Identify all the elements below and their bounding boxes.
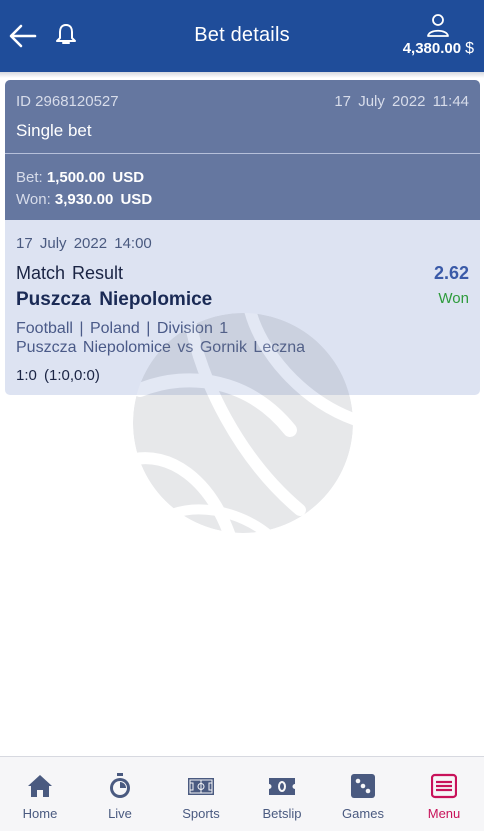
match-teams: Puszcza Niepolomice vs Gornik Leczna — [16, 339, 306, 356]
won-label: Won: — [16, 191, 51, 208]
event-details: 17 July 2022 14:00 Match Result 2.62 Pus… — [5, 220, 480, 395]
bet-status: Won — [438, 290, 469, 307]
balance-currency: $ — [465, 40, 474, 57]
stake-line: Bet: 1,500.00 USD — [16, 169, 144, 186]
ticket-icon — [269, 778, 295, 795]
nav-menu-label: Menu — [427, 806, 461, 821]
account-balance[interactable]: 4,380.00 $ — [374, 12, 474, 62]
nav-sports[interactable]: Sports — [161, 757, 241, 831]
balance-text: 4,380.00 $ — [403, 40, 474, 58]
nav-games-label: Games — [342, 806, 384, 821]
nav-live-label: Live — [108, 806, 132, 821]
home-icon — [28, 775, 52, 797]
nav-betslip[interactable]: Betslip — [242, 757, 322, 831]
bet-placed-date: 17 July 2022 11:44 — [334, 93, 469, 110]
nav-games[interactable]: Games — [323, 757, 403, 831]
market-name: Match Result — [16, 263, 124, 283]
event-date: 17 July 2022 14:00 — [16, 235, 152, 252]
nav-betslip-label: Betslip — [262, 806, 302, 821]
nav-home-label: Home — [22, 806, 58, 821]
bet-id: ID 2968120527 — [16, 93, 119, 110]
dice-icon — [351, 774, 375, 798]
field-icon — [188, 778, 214, 795]
stopwatch-icon — [110, 773, 130, 798]
balance-amount: 4,380.00 — [402, 40, 462, 57]
league-path: Football | Poland | Division 1 — [16, 320, 229, 337]
bottom-navigation: Home Live Sports Betslip Games Menu — [0, 756, 484, 831]
user-icon[interactable] — [426, 13, 450, 37]
won-value: 3,930.00 USD — [54, 191, 153, 208]
nav-home[interactable]: Home — [0, 757, 80, 831]
menu-icon — [431, 773, 457, 799]
nav-menu[interactable]: Menu — [404, 757, 484, 831]
bet-card: ID 2968120527 17 July 2022 11:44 Single … — [5, 80, 480, 395]
divider — [5, 153, 480, 154]
stake-value: 1,500.00 USD — [46, 169, 145, 186]
bet-summary: ID 2968120527 17 July 2022 11:44 Single … — [5, 80, 480, 220]
stake-label: Bet: — [16, 169, 43, 186]
odds-value: 2.62 — [433, 263, 469, 283]
selection-name: Puszcza Niepolomice — [16, 289, 213, 310]
nav-live[interactable]: Live — [80, 757, 160, 831]
bet-type: Single bet — [16, 121, 92, 140]
match-score: 1:0 (1:0,0:0) — [16, 367, 100, 384]
top-app-bar: Bet details 4,380.00 $ — [0, 0, 484, 72]
nav-sports-label: Sports — [182, 806, 220, 821]
won-line: Won: 3,930.00 USD — [16, 191, 152, 208]
header-shadow — [0, 72, 484, 78]
